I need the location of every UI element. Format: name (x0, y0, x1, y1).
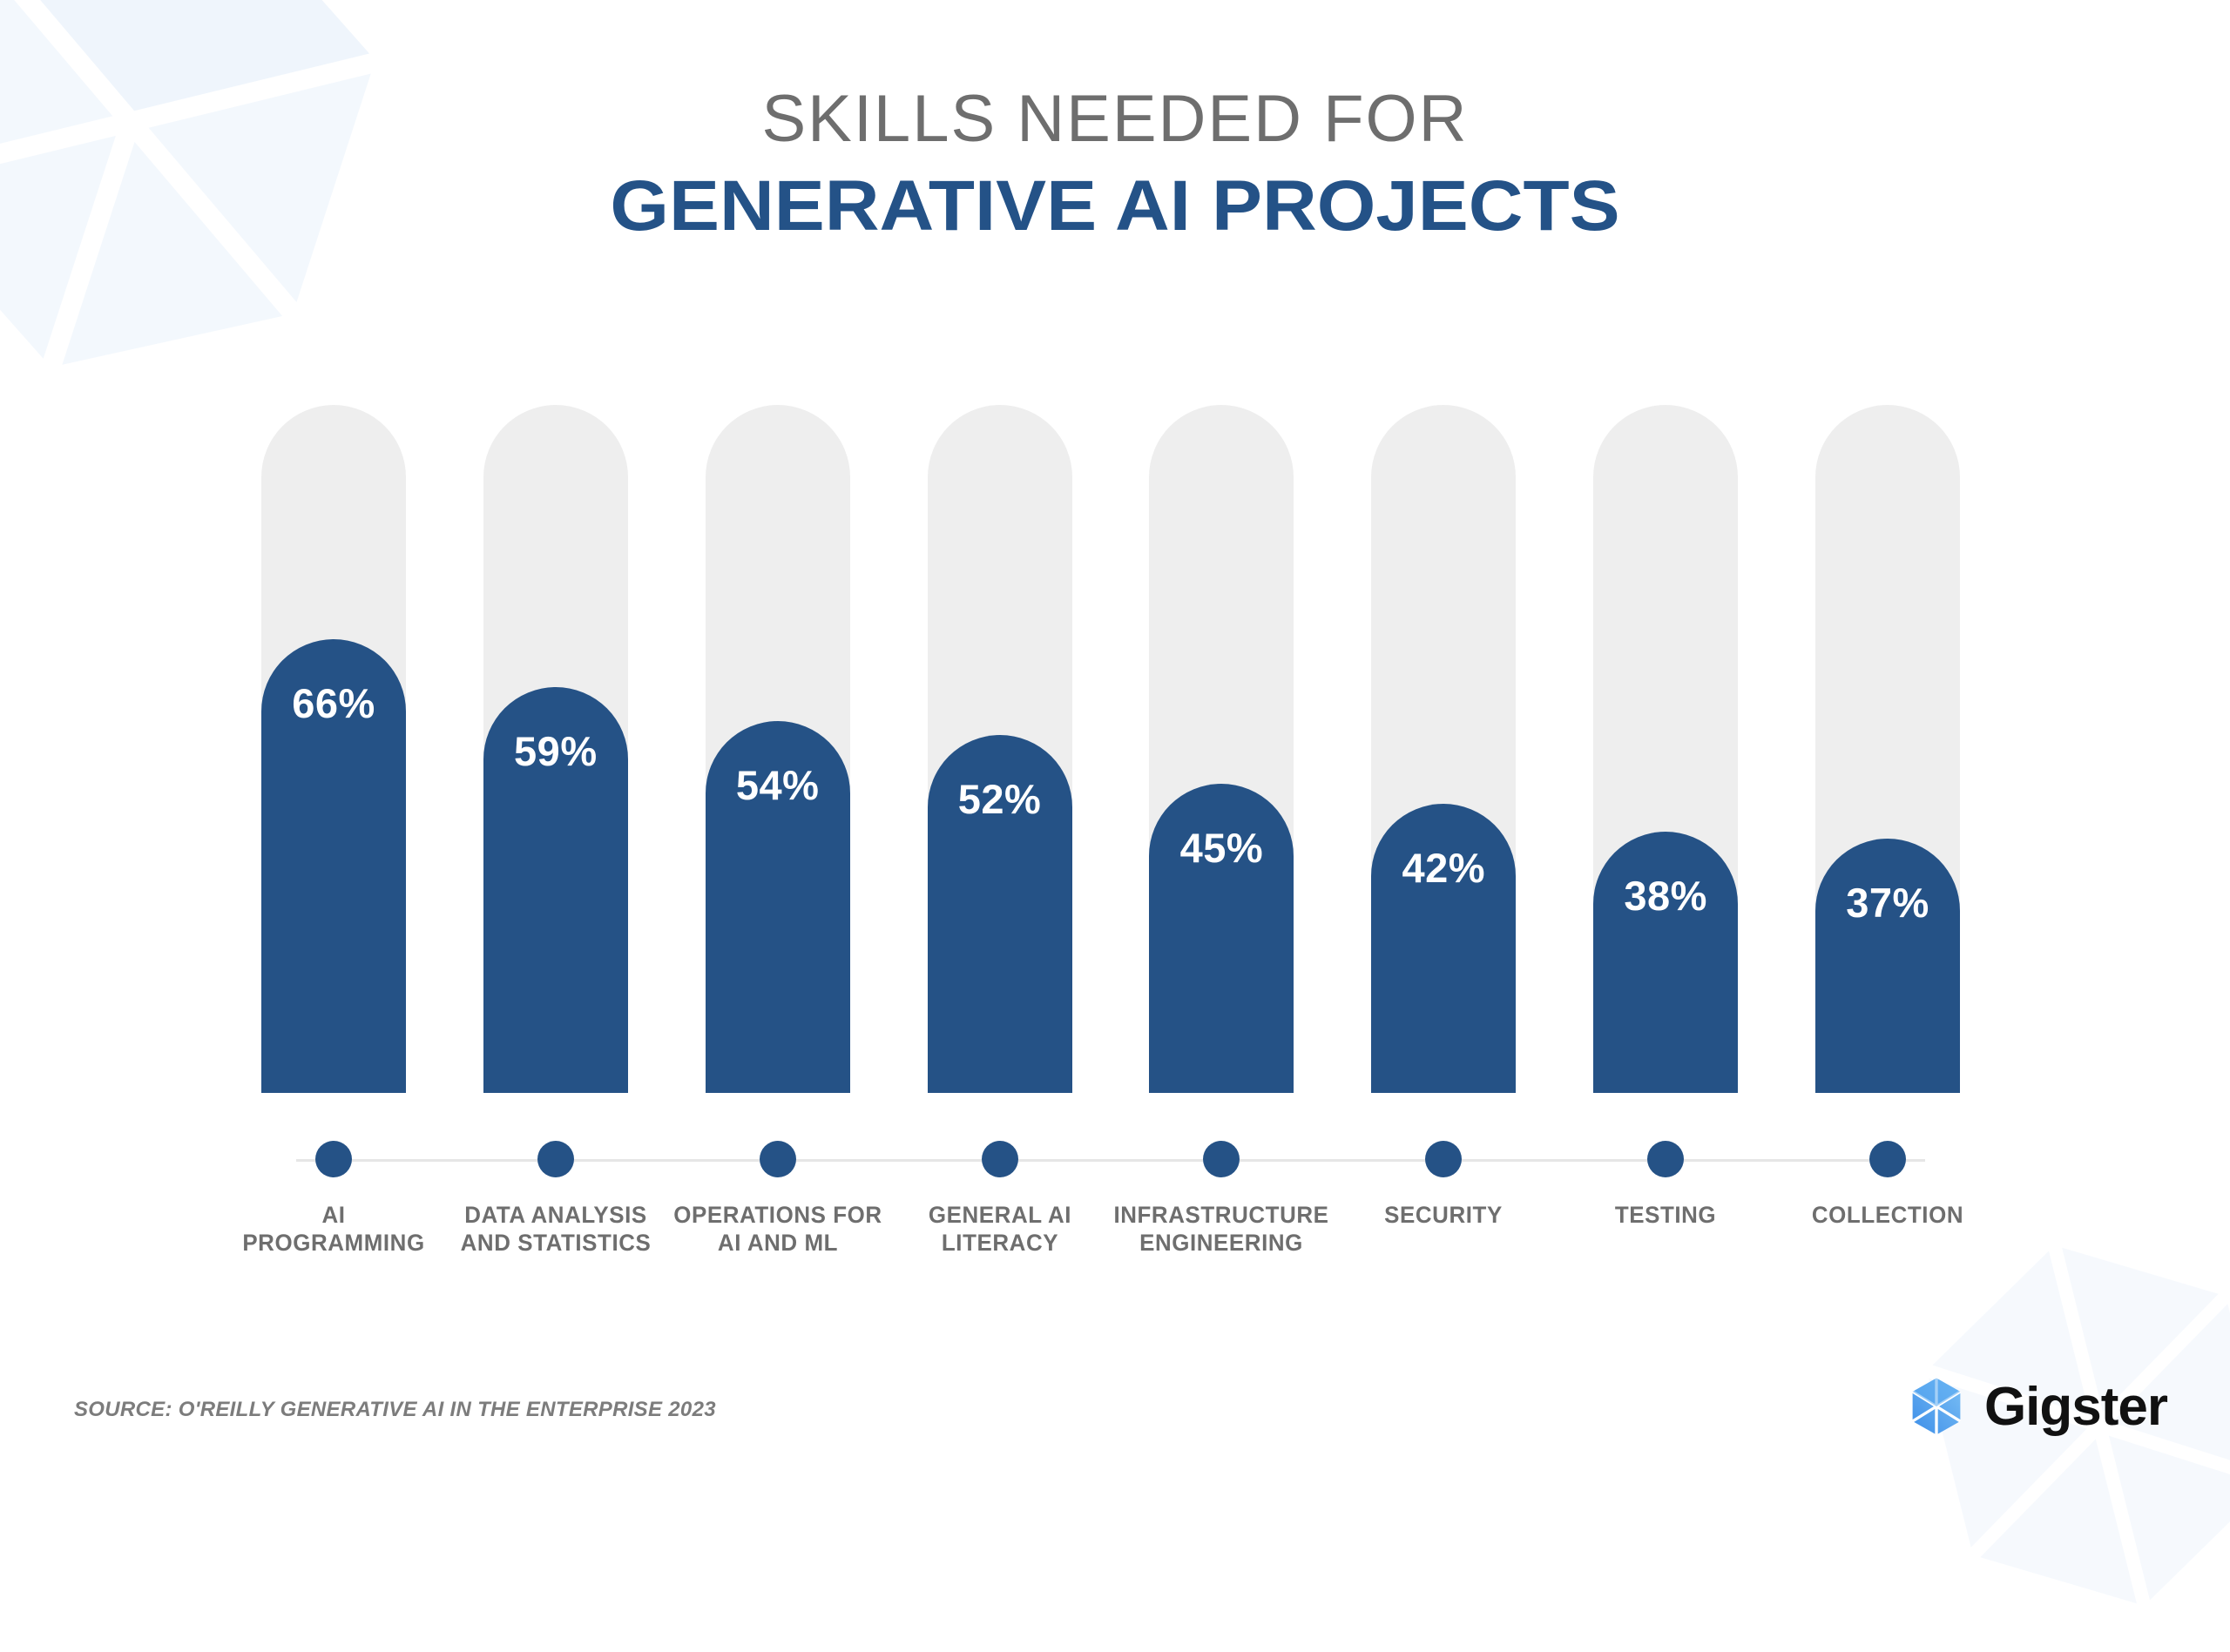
bar-fill[interactable]: 37% (1815, 838, 1960, 1093)
brand-logo: Gigster (1904, 1374, 2168, 1439)
axis-dot (759, 1141, 796, 1177)
title-line-1: SKILLS NEEDED FOR (761, 82, 1469, 156)
source-note: SOURCE: O'REILLY GENERATIVE AI IN THE EN… (74, 1398, 716, 1422)
category-label-line-2: ENGINEERING (1139, 1229, 1304, 1256)
axis-dot (537, 1141, 574, 1177)
category-label: SECURITY (1318, 1202, 1569, 1230)
axis-dot (1425, 1141, 1463, 1177)
bar-value-label: 42% (1402, 845, 1486, 892)
axis-dot (981, 1141, 1018, 1177)
bar-value-label: 37% (1846, 879, 1929, 926)
page-title: SKILLS NEEDED FOR GENERATIVE AI PROJECTS (0, 82, 2230, 246)
bar-value-label: 54% (735, 762, 820, 809)
category-label: AI PROGRAMMING (208, 1202, 459, 1257)
bar-column: 45% (1149, 405, 1294, 1093)
source-label: SOURCE: (74, 1398, 172, 1421)
category-label-line-1: TESTING (1614, 1202, 1717, 1228)
category-labels: AI PROGRAMMING DATA ANALYSIS AND STATISTICS… (242, 1202, 1963, 1298)
bar-value-label: 59% (514, 727, 598, 774)
bar-column: 38% (1593, 405, 1739, 1093)
brand-name: Gigster (1983, 1376, 2168, 1437)
category-label: GENERAL AI LITERACY (875, 1202, 1125, 1257)
bar-column: 54% (705, 405, 850, 1093)
chart-axis (261, 1141, 1960, 1177)
category-label: TESTING (1540, 1202, 1791, 1230)
source-text: O'REILLY GENERATIVE AI IN THE ENTERPRISE… (178, 1398, 716, 1421)
category-label-line-2: PROGRAMMING (242, 1229, 425, 1256)
bar-chart: 66% 59% 54% 52% 45% 42% 38% 37% (261, 405, 1960, 1093)
category-label-line-1: GENERAL AI (928, 1202, 1071, 1228)
axis-dot (1203, 1141, 1240, 1177)
bar-value-label: 38% (1624, 872, 1707, 919)
bar-column: 66% (261, 405, 406, 1093)
bar-value-label: 52% (957, 776, 1042, 823)
category-label-line-2: LITERACY (941, 1229, 1058, 1256)
bar-value-label: 66% (292, 679, 375, 726)
bar-fill[interactable]: 42% (1371, 804, 1517, 1093)
bar-fill[interactable]: 38% (1593, 831, 1739, 1093)
bar-column: 52% (927, 405, 1072, 1093)
bar-fill[interactable]: 52% (927, 735, 1072, 1093)
bar-column: 37% (1815, 405, 1960, 1093)
bar-value-label: 45% (1179, 824, 1264, 871)
gigster-gem-icon (1911, 1378, 1962, 1435)
category-label: INFRASTRUCTURE ENGINEERING (1096, 1202, 1347, 1257)
bar-column: 59% (483, 405, 628, 1093)
category-label-line-1: AI (321, 1202, 346, 1228)
axis-dot (315, 1141, 352, 1177)
category-label: OPERATIONS FOR AI AND ML (652, 1202, 903, 1257)
axis-dot (1647, 1141, 1685, 1177)
category-label-line-1: COLLECTION (1811, 1202, 1964, 1228)
category-label-line-1: DATA ANALYSIS (464, 1202, 647, 1228)
axis-dot (1869, 1141, 1906, 1177)
bar-fill[interactable]: 66% (261, 638, 406, 1093)
category-label-line-2: AI AND ML (717, 1229, 838, 1256)
category-label-line-1: SECURITY (1384, 1202, 1504, 1228)
bar-column: 42% (1371, 405, 1517, 1093)
bar-fill[interactable]: 59% (483, 686, 628, 1093)
category-label-line-1: INFRASTRUCTURE (1113, 1202, 1329, 1228)
category-label: COLLECTION (1762, 1202, 2013, 1230)
category-label-line-2: AND STATISTICS (460, 1229, 652, 1256)
title-line-2: GENERATIVE AI PROJECTS (610, 166, 1620, 246)
bar-fill[interactable]: 54% (705, 721, 850, 1093)
bar-fill[interactable]: 45% (1149, 783, 1294, 1093)
category-label: DATA ANALYSIS AND STATISTICS (430, 1202, 681, 1257)
category-label-line-1: OPERATIONS FOR (672, 1202, 882, 1228)
